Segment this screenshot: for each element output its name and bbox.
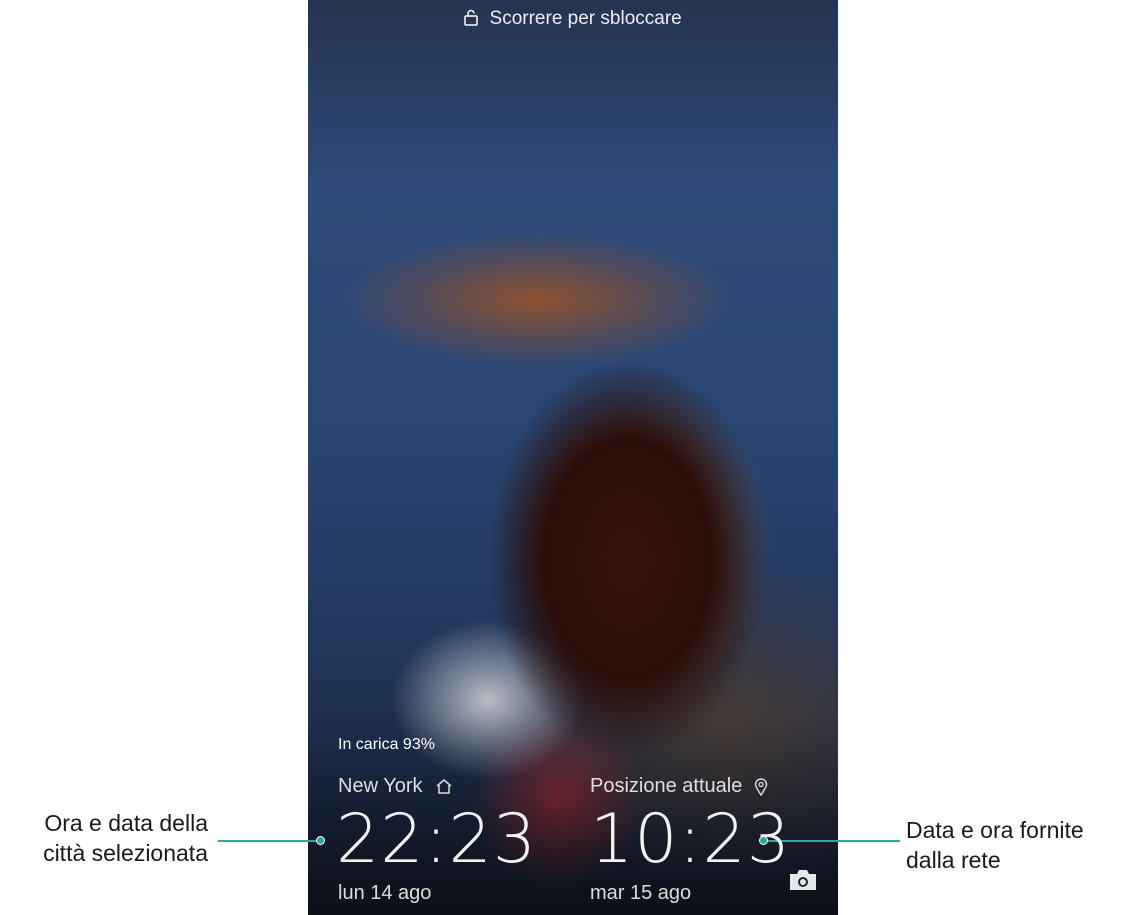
current-location-name: Posizione attuale — [590, 775, 743, 797]
charging-status: In carica 93% — [338, 736, 435, 753]
network-time-callout-line2: dalla rete — [906, 847, 1001, 873]
home-city-callout-line2: città selezionata — [43, 840, 208, 866]
lock-screen: Scorrere per sbloccare In carica 93% New… — [308, 0, 838, 915]
current-location-time: 10:23 — [590, 800, 791, 879]
network-time-callout: Data e ora fornite dalla rete — [906, 815, 1126, 875]
home-city-name: New York — [338, 775, 423, 797]
network-time-callout-line1: Data e ora fornite — [906, 817, 1084, 843]
current-location-date: mar 15 ago — [590, 882, 692, 904]
home-city-label: New York — [338, 775, 453, 798]
lock-icon — [464, 9, 478, 26]
home-city-callout-line1: Ora e data della — [44, 810, 208, 836]
home-city-time: 22:23 — [336, 800, 537, 879]
home-city-callout-dot — [316, 836, 325, 845]
camera-shortcut[interactable] — [788, 868, 818, 897]
unlock-hint[interactable]: Scorrere per sbloccare — [308, 8, 838, 30]
home-city-date: lun 14 ago — [338, 882, 432, 904]
home-city-callout-line — [218, 840, 318, 842]
current-location-label: Posizione attuale — [590, 775, 768, 798]
home-city-callout: Ora e data della città selezionata — [0, 808, 208, 868]
unlock-hint-text: Scorrere per sbloccare — [489, 8, 682, 29]
home-icon — [436, 779, 451, 794]
location-pin-icon — [755, 777, 768, 796]
camera-icon — [790, 870, 816, 890]
